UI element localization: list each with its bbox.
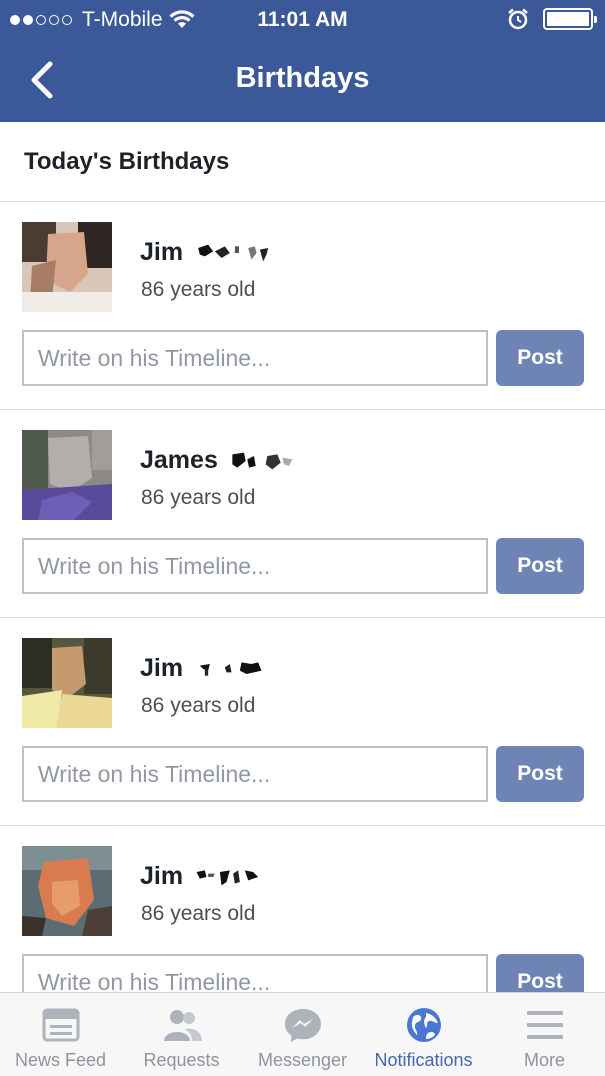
tab-requests[interactable]: Requests — [121, 993, 242, 1076]
avatar[interactable] — [22, 638, 112, 728]
age-label: 86 years old — [141, 486, 256, 509]
alarm-clock-icon — [508, 8, 528, 30]
birthday-card: Jim 86 years old Write on his Timeline..… — [0, 826, 605, 992]
person-name[interactable]: Jim — [140, 654, 183, 683]
redacted-surname — [196, 869, 259, 885]
top-bar: T-Mobile 11:01 AM Birthdays — [0, 0, 605, 122]
globe-icon — [406, 1008, 441, 1042]
redacted-surname — [199, 661, 262, 676]
avatar[interactable] — [22, 222, 112, 312]
avatar[interactable] — [22, 430, 112, 520]
tab-label: Requests — [143, 1050, 220, 1070]
tab-label: Messenger — [257, 1050, 348, 1070]
age-label: 86 years old — [141, 902, 256, 925]
tab-bar: News Feed Requests Messenger Notificatio… — [0, 992, 605, 1076]
tab-news-feed[interactable]: News Feed — [0, 993, 121, 1076]
status-right — [507, 8, 597, 30]
birthday-list: Today's Birthdays Jim 86 years old Write… — [0, 122, 605, 992]
post-button[interactable]: Post — [496, 538, 584, 594]
section-heading: Today's Birthdays — [0, 122, 605, 202]
news-feed-icon — [42, 1008, 79, 1042]
tab-more[interactable]: More — [484, 993, 605, 1076]
post-button[interactable]: Post — [496, 330, 584, 386]
page-title: Birthdays — [235, 62, 370, 94]
post-button[interactable]: Post — [496, 746, 584, 802]
tab-label: News Feed — [14, 1050, 107, 1070]
timeline-post-input[interactable]: Write on his Timeline... — [22, 538, 488, 594]
navigation-bar: Birthdays — [0, 40, 605, 122]
birthday-card: Jim 86 years old Write on his Timeline..… — [0, 202, 605, 410]
messenger-icon — [284, 1009, 321, 1042]
tab-notifications[interactable]: Notifications — [363, 993, 484, 1076]
person-name[interactable]: Jim — [140, 862, 183, 891]
menu-icon — [526, 1011, 563, 1039]
tab-label: More — [523, 1050, 565, 1070]
tab-label: Notifications — [374, 1050, 473, 1070]
avatar[interactable] — [22, 846, 112, 936]
status-bar: T-Mobile 11:01 AM — [0, 0, 605, 40]
post-button[interactable]: Post — [496, 954, 584, 992]
name-row: Jim — [140, 238, 279, 267]
person-name[interactable]: James — [140, 446, 218, 475]
timeline-post-input[interactable]: Write on his Timeline... — [22, 746, 488, 802]
redacted-surname — [232, 452, 293, 469]
age-label: 86 years old — [141, 278, 256, 301]
name-row: James — [140, 446, 304, 475]
friend-requests-icon — [163, 1010, 202, 1041]
battery-icon — [543, 8, 597, 30]
timeline-post-input[interactable]: Write on his Timeline... — [22, 954, 488, 992]
person-name[interactable]: Jim — [140, 238, 183, 267]
name-row: Jim — [140, 654, 279, 683]
tab-messenger[interactable]: Messenger — [242, 993, 363, 1076]
birthday-card: Jim 86 years old Write on his Timeline..… — [0, 618, 605, 826]
redacted-surname — [198, 244, 269, 261]
name-row: Jim — [140, 862, 279, 891]
age-label: 86 years old — [141, 694, 256, 717]
timeline-post-input[interactable]: Write on his Timeline... — [22, 330, 488, 386]
birthday-card: James 86 years old Write on his Timeline… — [0, 410, 605, 618]
